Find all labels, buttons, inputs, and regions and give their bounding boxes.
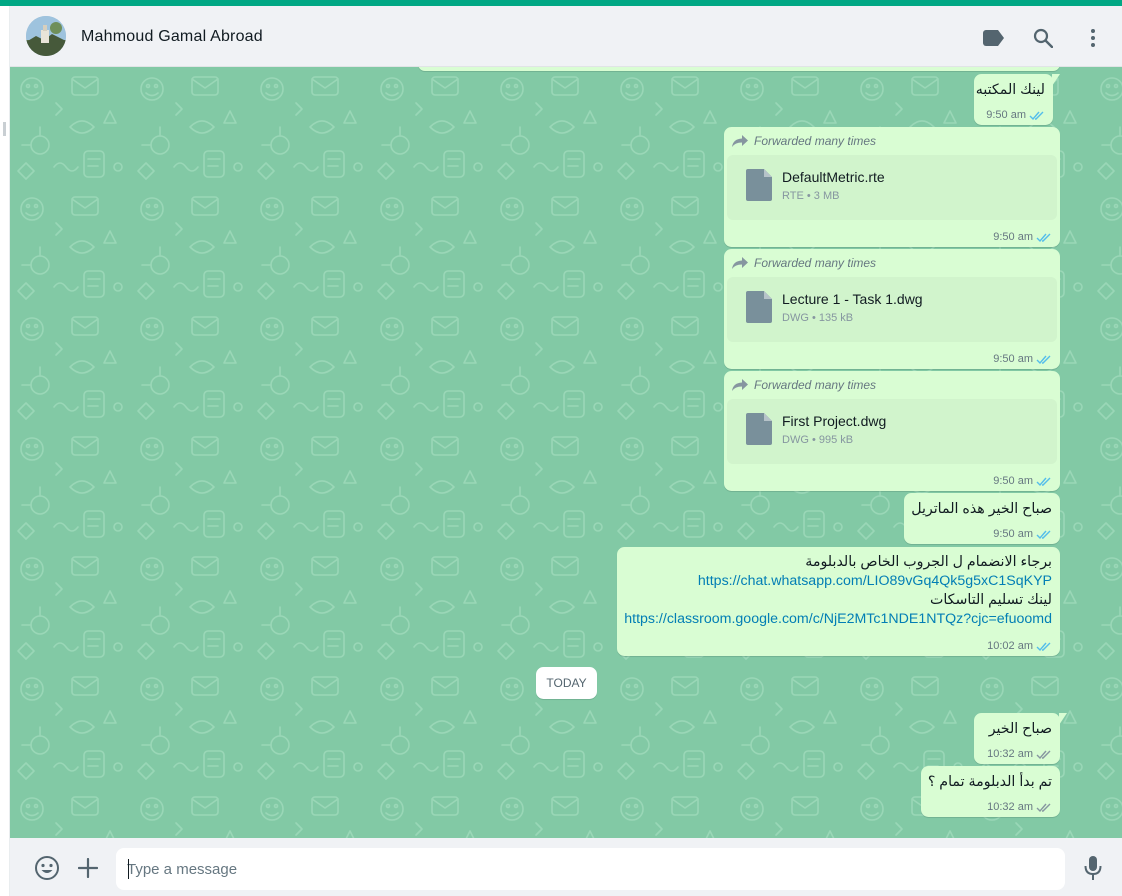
outgoing-message[interactable]: صباح الخير 10:32 am [974,713,1067,764]
emoji-icon[interactable] [34,855,60,881]
forwarded-label: Forwarded many times [732,134,876,148]
document-card[interactable]: Lecture 1 - Task 1.dwg DWG • 135 kB [727,277,1057,342]
microphone-icon[interactable] [1080,855,1106,881]
message-input[interactable] [116,848,1065,890]
forwarded-label: Forwarded many times [732,378,876,392]
chat-list-panel-edge [0,6,10,896]
avatar[interactable] [26,16,66,56]
label-icon[interactable] [982,26,1006,50]
forwarded-icon [732,135,748,147]
outgoing-message[interactable]: صباح الخير هذه الماتريل 9:50 am [904,493,1060,544]
message-time: 9:50 am [986,109,1026,121]
document-card[interactable]: DefaultMetric.rte RTE • 3 MB [727,155,1057,220]
forwarded-text: Forwarded many times [754,134,877,148]
day-divider: TODAY [536,667,597,699]
message-text: صباح الخير هذه الماتريل [911,501,1052,517]
message-text: لينك تسليم التاسكات [929,592,1052,608]
compose-bar [10,838,1122,896]
message-text: لينك المكتبه [975,82,1045,98]
message-link[interactable]: https://chat.whatsapp.com/LIO89vGq4Qk5g5… [624,572,1052,591]
text-caret [128,859,129,879]
conversation-header: Mahmoud Gamal Abroad [10,6,1122,67]
message-body: برجاء الانضمام ل الجروب الخاص بالدبلومة … [624,553,1052,629]
menu-icon[interactable] [1081,26,1105,50]
file-name: Lecture 1 - Task 1.dwg [782,291,923,307]
message-text: صباح الخير [988,721,1052,737]
delivered-ticks-icon [1036,803,1051,812]
message-time: 9:50 am [993,475,1033,487]
read-ticks-icon [1036,477,1051,486]
avatar-photo [26,16,66,56]
message-link[interactable]: https://classroom.google.com/c/NjE2MTc1N… [624,610,1052,629]
message-meta: 9:50 am [993,475,1052,487]
message-time: 9:50 am [993,528,1033,540]
outgoing-message[interactable]: تم بدأ الدبلومة تمام ؟ 10:32 am [921,766,1060,817]
forwarded-label: Forwarded many times [732,256,876,270]
message-time: 10:32 am [987,748,1033,760]
message-meta: 9:50 am [993,231,1052,243]
delivered-ticks-icon [1036,750,1051,759]
message-meta: 9:50 am [986,109,1045,121]
outgoing-document-message[interactable]: Forwarded many times First Project.dwg D… [724,371,1060,491]
forwarded-icon [732,379,748,391]
file-icon [746,413,772,445]
scrollbar-thumb[interactable] [3,122,6,136]
file-info: RTE • 3 MB [782,190,840,202]
message-time: 10:32 am [987,801,1033,813]
message-time: 10:02 am [987,640,1033,652]
file-info: DWG • 135 kB [782,312,854,324]
read-ticks-icon [1036,355,1051,364]
file-name: First Project.dwg [782,413,887,429]
file-name: DefaultMetric.rte [782,169,885,185]
outgoing-document-message[interactable]: Forwarded many times Lecture 1 - Task 1.… [724,249,1060,369]
message-meta: 9:50 am [993,528,1052,540]
outgoing-message[interactable]: برجاء الانضمام ل الجروب الخاص بالدبلومة … [617,547,1060,656]
read-ticks-icon [1036,642,1051,651]
message-meta: 9:50 am [993,353,1052,365]
forwarded-icon [732,257,748,269]
read-ticks-icon [1036,530,1051,539]
message-text: تم بدأ الدبلومة تمام ؟ [927,774,1052,790]
message-time: 9:50 am [993,231,1033,243]
read-ticks-icon [1029,111,1044,120]
message-meta: 10:02 am [987,640,1052,652]
forwarded-text: Forwarded many times [754,256,877,270]
outgoing-document-message[interactable]: Forwarded many times DefaultMetric.rte R… [724,127,1060,247]
document-card[interactable]: First Project.dwg DWG • 995 kB [727,399,1057,464]
message-meta: 10:32 am [987,748,1052,760]
search-icon[interactable] [1031,26,1055,50]
read-ticks-icon [1036,233,1051,242]
contact-name[interactable]: Mahmoud Gamal Abroad [81,28,263,46]
file-icon [746,291,772,323]
forwarded-text: Forwarded many times [754,378,877,392]
message-list[interactable]: لينك المكتبه 9:50 am Forwarded many time… [10,67,1122,838]
previous-message-bubble [418,67,1060,71]
file-icon [746,169,772,201]
message-meta: 10:32 am [987,801,1052,813]
outgoing-message[interactable]: لينك المكتبه 9:50 am [974,74,1060,125]
file-info: DWG • 995 kB [782,434,854,446]
attach-plus-icon[interactable] [75,855,101,881]
message-time: 9:50 am [993,353,1033,365]
message-text: برجاء الانضمام ل الجروب الخاص بالدبلومة [805,554,1052,570]
